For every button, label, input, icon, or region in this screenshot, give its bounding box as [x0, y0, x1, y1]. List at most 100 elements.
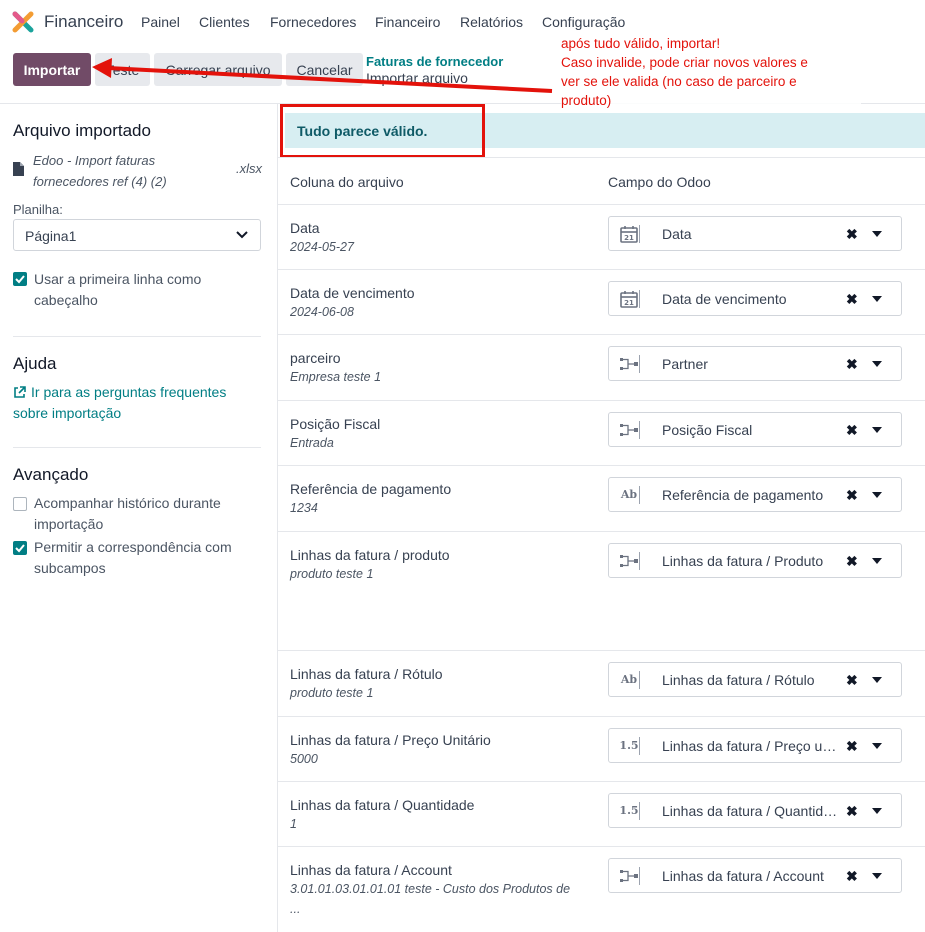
breadcrumb-parent-link[interactable]: Faturas de fornecedor: [366, 54, 503, 69]
column-sample: 1: [290, 817, 297, 831]
caret-down-icon[interactable]: [872, 296, 882, 302]
field-icon-separator: [639, 671, 640, 689]
faq-link[interactable]: Ir para as perguntas frequentes sobre im…: [13, 382, 253, 424]
field-icon-separator: [639, 225, 640, 243]
odoo-field-select[interactable]: Partner ✖: [608, 346, 902, 381]
odoo-field-select[interactable]: 21 Data ✖: [608, 216, 902, 251]
odoo-field-select[interactable]: 1.5 Linhas da fatura / Quantidade ✖: [608, 793, 902, 828]
app-logo-icon[interactable]: [12, 11, 34, 33]
table-row-divider: [278, 781, 925, 782]
clear-field-icon[interactable]: ✖: [846, 803, 858, 820]
test-button[interactable]: Teste: [95, 53, 150, 86]
first-row-header-label[interactable]: Usar a primeira linha como cabeçalho: [34, 269, 239, 311]
decimal-icon: 1.5: [619, 739, 639, 752]
clear-field-icon[interactable]: ✖: [846, 291, 858, 308]
main-left-border: [277, 104, 278, 932]
menu-painel[interactable]: Painel: [141, 14, 180, 30]
odoo-field-label: Linhas da fatura / Produto: [662, 553, 824, 569]
odoo-field-select[interactable]: 21 Data de vencimento ✖: [608, 281, 902, 316]
odoo-field-select[interactable]: Linhas da fatura / Produto ✖: [608, 543, 902, 578]
odoo-field-select[interactable]: Linhas da fatura / Account ✖: [608, 858, 902, 893]
sheet-select-value: Página1: [25, 228, 77, 244]
table-row-divider: [278, 531, 925, 532]
caret-down-icon[interactable]: [872, 427, 882, 433]
column-name: Linhas da fatura / produto: [290, 547, 450, 563]
caret-down-icon[interactable]: [872, 492, 882, 498]
caret-down-icon[interactable]: [872, 873, 882, 879]
caret-down-icon[interactable]: [872, 677, 882, 683]
calendar-icon: 21: [609, 217, 649, 250]
column-name: Posição Fiscal: [290, 416, 381, 432]
odoo-field-select[interactable]: Ab Referência de pagamento ✖: [608, 477, 902, 512]
clear-field-icon[interactable]: ✖: [846, 738, 858, 755]
annotation-line: ver se ele valida (no caso de parceiro e: [561, 74, 797, 89]
clear-field-icon[interactable]: ✖: [846, 226, 858, 243]
clear-field-icon[interactable]: ✖: [846, 356, 858, 373]
annotation-line: produto): [561, 93, 612, 108]
clear-field-icon[interactable]: ✖: [846, 868, 858, 885]
sheet-select[interactable]: Página1: [13, 219, 261, 251]
table-row-divider: [278, 204, 925, 205]
clear-field-icon[interactable]: ✖: [846, 672, 858, 689]
caret-down-icon[interactable]: [872, 231, 882, 237]
clear-field-icon[interactable]: ✖: [846, 422, 858, 439]
column-sample: produto teste 1: [290, 567, 374, 581]
column-sample: 1234: [290, 501, 318, 515]
column-sample: Empresa teste 1: [290, 370, 382, 384]
annotation-line: após tudo válido, importar!: [561, 36, 721, 51]
menu-financeiro[interactable]: Financeiro: [375, 14, 440, 30]
text-icon: Ab: [620, 488, 638, 501]
odoo-field-label: Data: [662, 226, 692, 242]
allow-subfields-label[interactable]: Permitir a correspondência com subcampos: [34, 537, 239, 579]
clear-field-icon[interactable]: ✖: [846, 553, 858, 570]
field-icon-separator: [639, 421, 640, 439]
caret-down-icon[interactable]: [872, 558, 882, 564]
field-icon-separator: [639, 552, 640, 570]
odoo-field-select[interactable]: 1.5 Linhas da fatura / Preço unitário ✖: [608, 728, 902, 763]
upload-file-button[interactable]: Carregar arquivo: [154, 53, 282, 86]
import-button[interactable]: Importar: [13, 53, 91, 86]
relation-icon: [609, 544, 649, 577]
field-icon-separator: [639, 802, 640, 820]
decimal-icon: 1.5: [619, 804, 639, 817]
table-row-divider: [278, 650, 925, 651]
clear-field-icon[interactable]: ✖: [846, 487, 858, 504]
caret-down-icon[interactable]: [872, 743, 882, 749]
odoo-field-label: Linhas da fatura / Quantidade: [662, 803, 840, 819]
odoo-field-label: Partner: [662, 356, 708, 372]
table-row-divider: [278, 269, 925, 270]
column-name: Linhas da fatura / Preço Unitário: [290, 732, 491, 748]
menu-clientes[interactable]: Clientes: [199, 14, 250, 30]
first-row-header-checkbox[interactable]: [13, 272, 27, 286]
field-icon-separator: [639, 486, 640, 504]
relation-icon: [609, 413, 649, 446]
annotation-line: Caso invalide, pode criar novos valores …: [561, 55, 808, 70]
sidebar-divider: [13, 336, 261, 337]
file-name: Edoo - Import faturas fornecedores ref (…: [33, 153, 167, 189]
allow-subfields-checkbox[interactable]: [13, 541, 27, 555]
column-sample: 2024-06-08: [290, 305, 354, 319]
menu-relatorios[interactable]: Relatórios: [460, 14, 523, 30]
column-sample: 5000: [290, 752, 318, 766]
odoo-field-select[interactable]: Ab Linhas da fatura / Rótulo ✖: [608, 662, 902, 697]
field-icon-separator: [639, 355, 640, 373]
menu-configuracao[interactable]: Configuração: [542, 14, 625, 30]
app-name[interactable]: Financeiro: [44, 12, 123, 32]
track-history-label[interactable]: Acompanhar histórico durante importação: [34, 493, 239, 535]
breadcrumb-current: Importar arquivo: [366, 70, 468, 86]
column-sample: Entrada: [290, 436, 334, 450]
file-extension: .xlsx: [236, 161, 262, 176]
track-history-checkbox[interactable]: [13, 497, 27, 511]
table-divider: [278, 157, 925, 158]
odoo-field-select[interactable]: Posição Fiscal ✖: [608, 412, 902, 447]
relation-icon: [609, 859, 649, 892]
column-sample: 2024-05-27: [290, 240, 354, 254]
caret-down-icon[interactable]: [872, 808, 882, 814]
column-name: Linhas da fatura / Rótulo: [290, 666, 443, 682]
advanced-title: Avançado: [13, 465, 89, 484]
menu-fornecedores[interactable]: Fornecedores: [270, 14, 356, 30]
caret-down-icon[interactable]: [872, 361, 882, 367]
relation-icon: [609, 347, 649, 380]
chevron-down-icon: [236, 231, 248, 239]
cancel-button[interactable]: Cancelar: [286, 53, 363, 86]
